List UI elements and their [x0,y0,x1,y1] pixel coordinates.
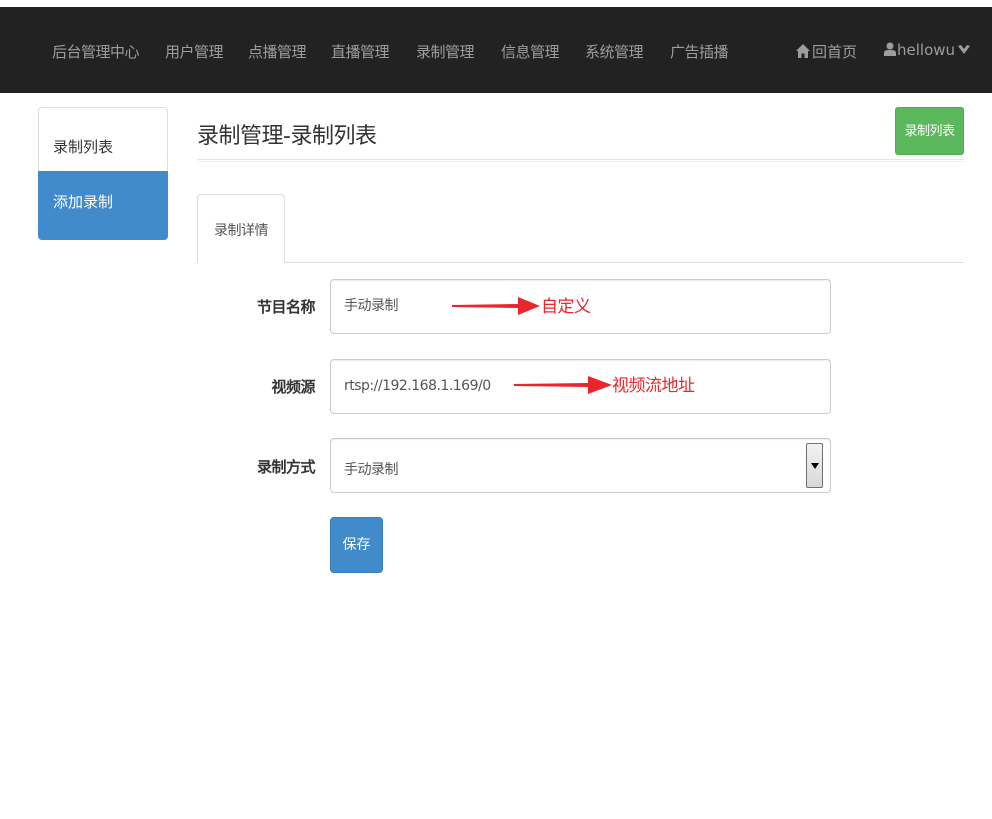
top-navbar: 后台管理中心 用户管理 点播管理 直播管理 录制管理 信息管理 系统管理 广告插… [0,7,992,93]
home-label: 回首页 [812,43,858,61]
home-icon [796,44,810,58]
nav-item-info-management[interactable]: 信息管理 [501,41,560,62]
record-list-button[interactable]: 录制列表 [895,107,964,155]
sidebar-item-record-list[interactable]: 录制列表 [38,107,168,172]
nav-item-record-management[interactable]: 录制管理 [416,41,475,62]
nav-item-vod-management[interactable]: 点播管理 [248,41,307,62]
title-divider-shadow [197,161,964,162]
red-arrow-icon [452,297,540,315]
video-source-label: 视频源 [271,378,315,396]
red-arrow-icon [514,376,612,394]
nav-item-user-management[interactable]: 用户管理 [165,41,224,62]
save-button[interactable]: 保存 [330,517,383,573]
sidebar-item-add-record[interactable]: 添加录制 [38,171,168,240]
top-border [0,0,992,7]
nav-brand[interactable]: 后台管理中心 [52,41,140,62]
page-title: 录制管理-录制列表 [197,124,377,149]
tab-record-detail[interactable]: 录制详情 [197,194,285,263]
annotation-custom: 自定义 [541,297,591,317]
nav-item-live-management[interactable]: 直播管理 [331,41,390,62]
annotation-stream-address: 视频流地址 [612,376,695,396]
tab-divider [285,262,964,263]
home-link[interactable]: 回首页 [796,41,857,62]
chevron-down-icon [958,45,971,54]
record-mode-value: 手动录制 [344,462,399,478]
program-name-label: 节目名称 [256,298,316,316]
nav-item-system-management[interactable]: 系统管理 [585,41,644,62]
user-icon [884,42,896,56]
select-dropdown-button[interactable] [806,443,823,488]
user-menu[interactable]: hellowu [884,41,971,59]
title-divider [197,159,964,160]
sidebar: 录制列表 添加录制 [38,107,168,240]
triangle-down-icon [811,463,819,469]
record-mode-label: 录制方式 [256,458,316,476]
nav-item-ad-insertion[interactable]: 广告插播 [670,41,729,62]
record-mode-select[interactable]: 手动录制 [330,438,831,493]
user-name: hellowu [897,41,956,59]
